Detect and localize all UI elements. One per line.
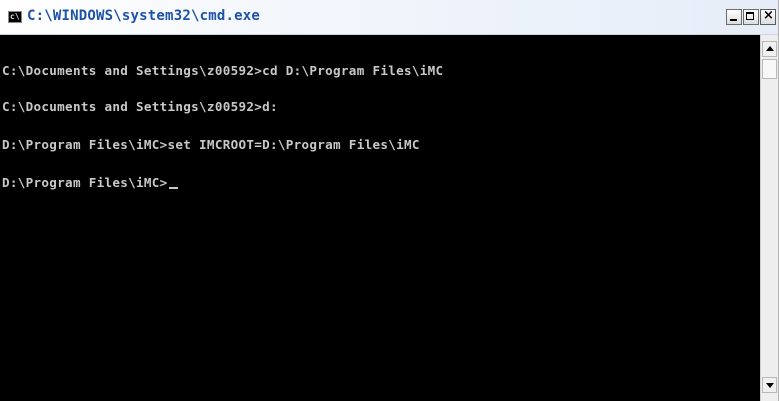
cmd-window: c\ C:\WINDOWS\system32\cmd.exe × C:\Docu…: [0, 0, 779, 401]
title-bar[interactable]: c\ C:\WINDOWS\system32\cmd.exe ×: [0, 0, 778, 35]
maximize-button[interactable]: [743, 9, 759, 25]
close-button[interactable]: ×: [760, 8, 776, 25]
console-line: C:\Documents and Settings\z00592>cd D:\P…: [2, 63, 444, 78]
console-prompt: D:\Program Files\iMC>: [2, 175, 168, 190]
vertical-scrollbar[interactable]: [760, 35, 778, 401]
text-cursor: [168, 187, 178, 189]
app-icon-label: c\: [10, 12, 20, 21]
close-icon: ×: [763, 8, 774, 23]
console-line: D:\Program Files\iMC>set IMCROOT=D:\Prog…: [2, 137, 420, 152]
scrollbar-thumb[interactable]: [762, 59, 777, 79]
console-output[interactable]: C:\Documents and Settings\z00592>cd D:\P…: [0, 35, 760, 401]
console-prompt-line[interactable]: D:\Program Files\iMC>: [2, 175, 178, 190]
cmd-app-icon[interactable]: c\: [8, 11, 22, 23]
scroll-up-arrow-icon[interactable]: [762, 41, 777, 57]
window-title: C:\WINDOWS\system32\cmd.exe: [27, 8, 260, 24]
console-line: C:\Documents and Settings\z00592>d:: [2, 99, 278, 114]
scroll-down-arrow-icon[interactable]: [762, 377, 777, 393]
minimize-button[interactable]: [726, 9, 742, 25]
